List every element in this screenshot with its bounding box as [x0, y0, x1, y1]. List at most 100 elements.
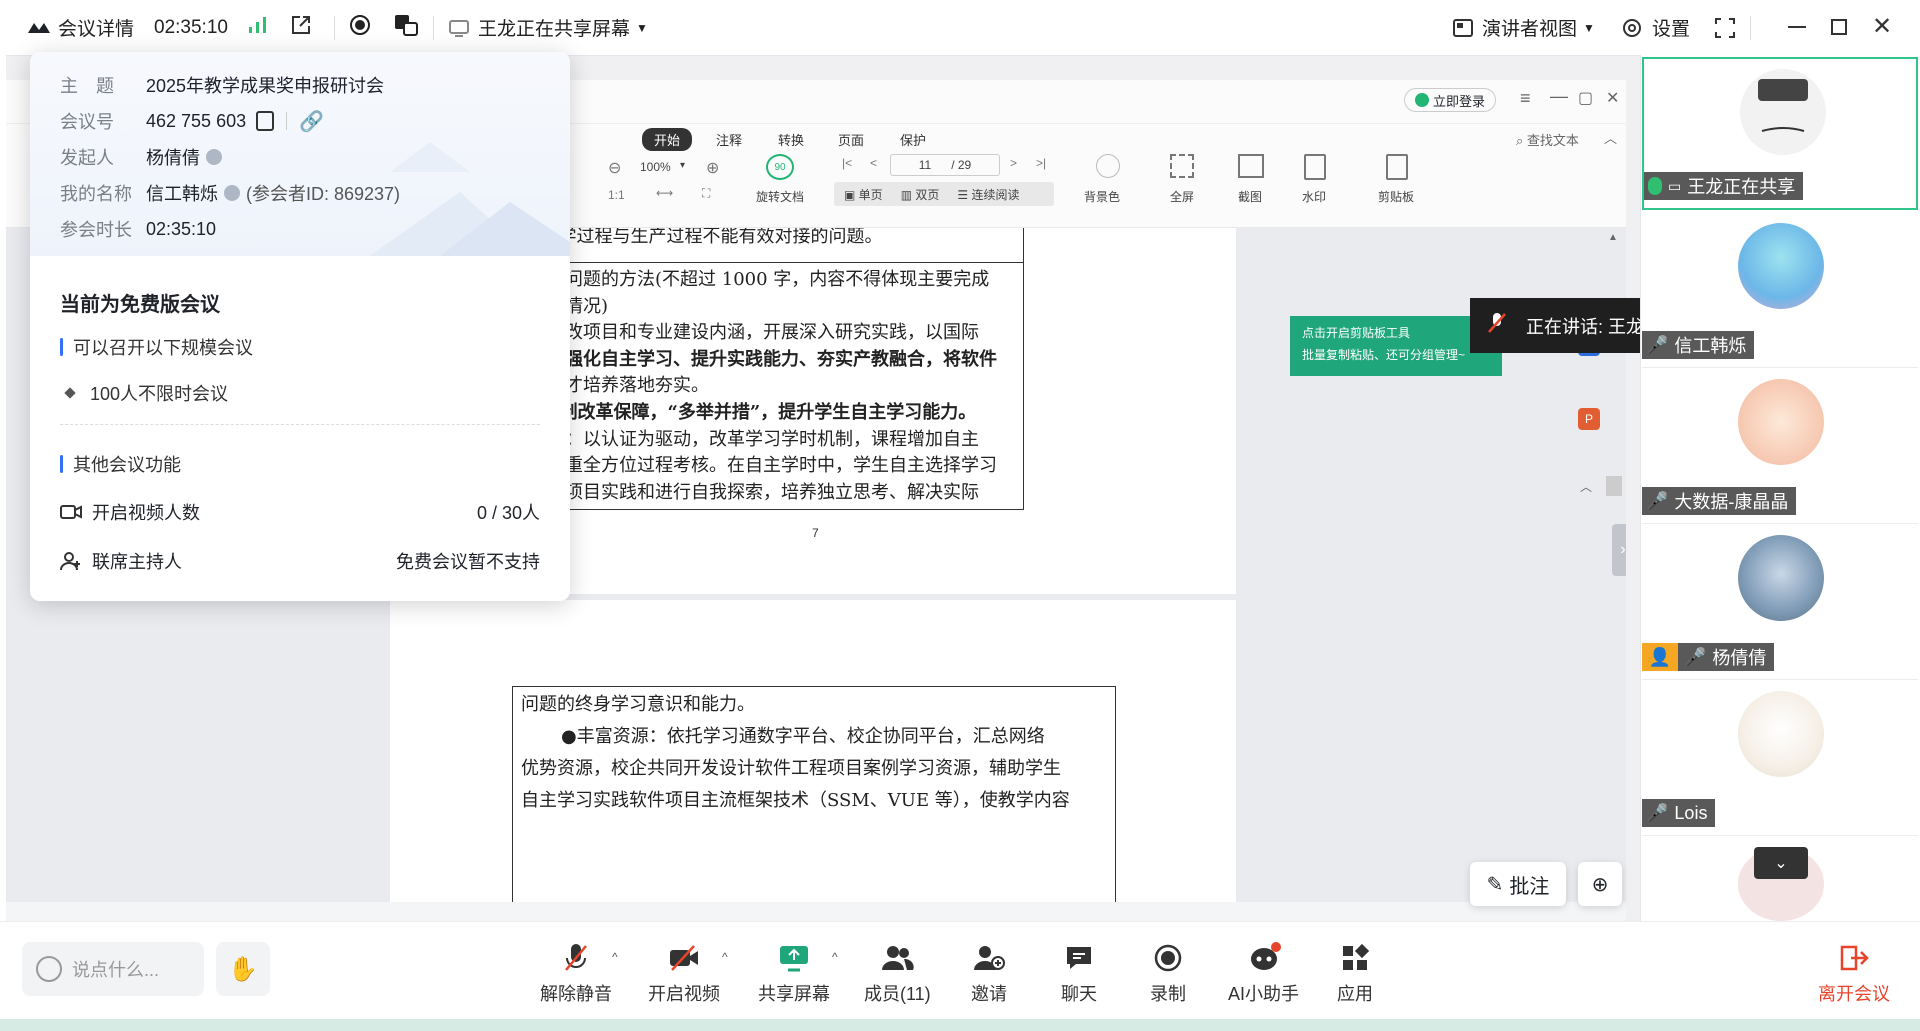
speaker-view-dropdown[interactable]: 演讲者视图 ▼: [1452, 0, 1595, 55]
diamond-icon: [64, 387, 76, 399]
zoom-level[interactable]: 100%: [640, 160, 671, 174]
ppt-icon[interactable]: P: [1578, 408, 1600, 430]
settings-button[interactable]: 设置: [1620, 0, 1690, 55]
chevron-up-icon[interactable]: ^: [722, 950, 728, 964]
copy-icon[interactable]: [256, 111, 275, 131]
watermark-label[interactable]: 水印: [1302, 188, 1326, 205]
minimize-icon[interactable]: [1788, 26, 1806, 28]
close-icon[interactable]: ✕: [1606, 88, 1619, 108]
continuous-button[interactable]: ☰ 连续阅读: [957, 186, 1019, 203]
tab-convert[interactable]: 转换: [778, 130, 804, 149]
next-page-icon[interactable]: >: [1010, 156, 1017, 170]
chat-input[interactable]: 说点什么...: [22, 942, 204, 996]
doc-line: 参与软件项目实践和进行自我探索，培养独立思考、解决实际: [493, 481, 979, 503]
link-icon[interactable]: 🔗: [299, 109, 324, 134]
zoom-icon[interactable]: ⊕: [1578, 862, 1622, 906]
fullscreen-label[interactable]: 全屏: [1170, 188, 1194, 205]
unmute-button[interactable]: 解除静音: [540, 942, 612, 1006]
first-page-icon[interactable]: |<: [842, 156, 852, 170]
chevron-up-icon[interactable]: ^: [612, 950, 618, 964]
translate-icon[interactable]: [393, 13, 419, 43]
clipboard-icon[interactable]: [1386, 154, 1408, 180]
login-button[interactable]: 立即登录: [1404, 88, 1497, 112]
leave-icon: [1835, 942, 1873, 974]
participant-name-tag: ▭ 王龙正在共享: [1644, 172, 1804, 200]
participant-tile[interactable]: 🎤 Lois: [1642, 681, 1918, 836]
members-button[interactable]: 成员(11): [864, 942, 931, 1006]
background-color-icon[interactable]: [1096, 154, 1120, 178]
background-color-label[interactable]: 背景色: [1084, 188, 1120, 205]
start-video-button[interactable]: 开启视频: [648, 942, 720, 1006]
share-screen-button[interactable]: 共享屏幕: [758, 942, 830, 1006]
meeting-details-button[interactable]: 会议详情: [26, 0, 134, 55]
tab-protect[interactable]: 保护: [900, 130, 926, 149]
chevron-down-icon[interactable]: ▾: [680, 160, 685, 171]
screenshot-icon[interactable]: [1238, 154, 1264, 178]
bottom-toolbar: 说点什么... ✋ 解除静音 ^ 开启视频 ^ 共享屏幕 ^ 成员(11) 邀请: [0, 921, 1920, 1019]
participant-tile[interactable]: 👤 🎤 杨倩倩: [1642, 525, 1918, 680]
scroll-up-icon[interactable]: ▲: [1608, 232, 1618, 243]
duration-label: 参会时长: [60, 220, 132, 240]
participant-tile[interactable]: 🎤 大数据-康晶晶: [1642, 369, 1918, 524]
sharing-status-dropdown[interactable]: 王龙正在共享屏幕 ▼: [448, 0, 648, 55]
minimize-icon[interactable]: —: [1550, 86, 1568, 107]
fit-width-icon[interactable]: ⟷: [656, 186, 673, 200]
chevron-down-icon: ▼: [636, 20, 648, 35]
apps-button[interactable]: 应用: [1336, 942, 1374, 1006]
pen-icon: ✎: [1486, 873, 1504, 896]
fit-page-icon[interactable]: ⛶: [702, 186, 710, 201]
tab-page[interactable]: 页面: [838, 130, 864, 149]
last-page-icon[interactable]: >|: [1036, 156, 1046, 170]
chevron-up-icon[interactable]: ︿: [1604, 128, 1617, 147]
host-row: 发起人 杨倩倩: [60, 144, 222, 170]
chevron-up-icon[interactable]: ︿: [1580, 478, 1592, 495]
chevron-up-icon[interactable]: ^: [832, 950, 838, 964]
fullscreen-icon[interactable]: [1170, 154, 1194, 178]
raise-hand-button[interactable]: ✋: [216, 942, 270, 996]
leave-meeting-button[interactable]: 离开会议: [1818, 942, 1890, 1006]
single-page-button[interactable]: ▣ 单页: [844, 186, 883, 203]
screen-share-icon: ▭: [1668, 177, 1682, 194]
maximize-icon[interactable]: ▢: [1578, 88, 1593, 108]
participant-name-tag: 👤 🎤 杨倩倩: [1642, 643, 1775, 671]
signal-icon[interactable]: [248, 16, 268, 40]
ai-assistant-button[interactable]: AI小助手: [1228, 942, 1299, 1006]
invite-button[interactable]: 邀请: [970, 942, 1008, 1006]
prev-page-icon[interactable]: <: [870, 156, 877, 170]
rotate-label[interactable]: 旋转文档: [756, 188, 804, 205]
chat-button[interactable]: 聊天: [1060, 942, 1098, 1006]
record-status-icon[interactable]: [349, 14, 371, 42]
clipboard-label[interactable]: 剪贴板: [1378, 188, 1414, 205]
avatar: [1738, 535, 1824, 621]
participant-tile[interactable]: 🎤 信工韩烁: [1642, 213, 1918, 368]
actual-size-icon[interactable]: 1:1: [608, 188, 625, 202]
rotate-icon[interactable]: 90: [766, 154, 794, 180]
double-page-button[interactable]: ▥ 双页: [901, 186, 940, 203]
chevron-down-icon[interactable]: ⌄: [1754, 847, 1808, 879]
meeting-id-value: 462 755 603: [146, 110, 247, 131]
close-icon[interactable]: ✕: [1872, 12, 1892, 41]
record-button[interactable]: 录制: [1149, 942, 1187, 1006]
watermark-icon[interactable]: [1304, 154, 1326, 180]
screenshot-label[interactable]: 截图: [1238, 188, 1262, 205]
annotate-button[interactable]: ✎ 批注: [1470, 862, 1566, 906]
participant-tile[interactable]: ⌄: [1642, 837, 1918, 921]
subject-value: 2025年教学成果奖申报研讨会: [146, 76, 385, 96]
popout-icon[interactable]: [290, 14, 312, 42]
ai-assistant-icon: [1245, 942, 1283, 974]
side-expand-handle[interactable]: ›: [1612, 524, 1626, 576]
doc-line: 应用型人才培养落地夯实。: [493, 375, 709, 397]
scrollbar-thumb[interactable]: [1606, 476, 1622, 496]
page-input[interactable]: 11 / 29: [890, 154, 1000, 176]
participant-tile[interactable]: ▭ 王龙正在共享: [1642, 57, 1918, 210]
participant-name-tag: 🎤 信工韩烁: [1642, 331, 1755, 359]
menu-icon[interactable]: ≡: [1520, 88, 1531, 109]
emoji-icon[interactable]: [36, 956, 62, 982]
restore-icon[interactable]: [1831, 19, 1847, 35]
tab-annotate[interactable]: 注释: [716, 130, 742, 149]
search-text-button[interactable]: ⌕ 查找文本: [1516, 130, 1579, 149]
zoom-in-icon[interactable]: ⊕: [706, 158, 719, 178]
fullscreen-icon[interactable]: [1713, 16, 1737, 46]
zoom-out-icon[interactable]: ⊖: [608, 158, 621, 178]
tab-start[interactable]: 开始: [642, 128, 693, 151]
